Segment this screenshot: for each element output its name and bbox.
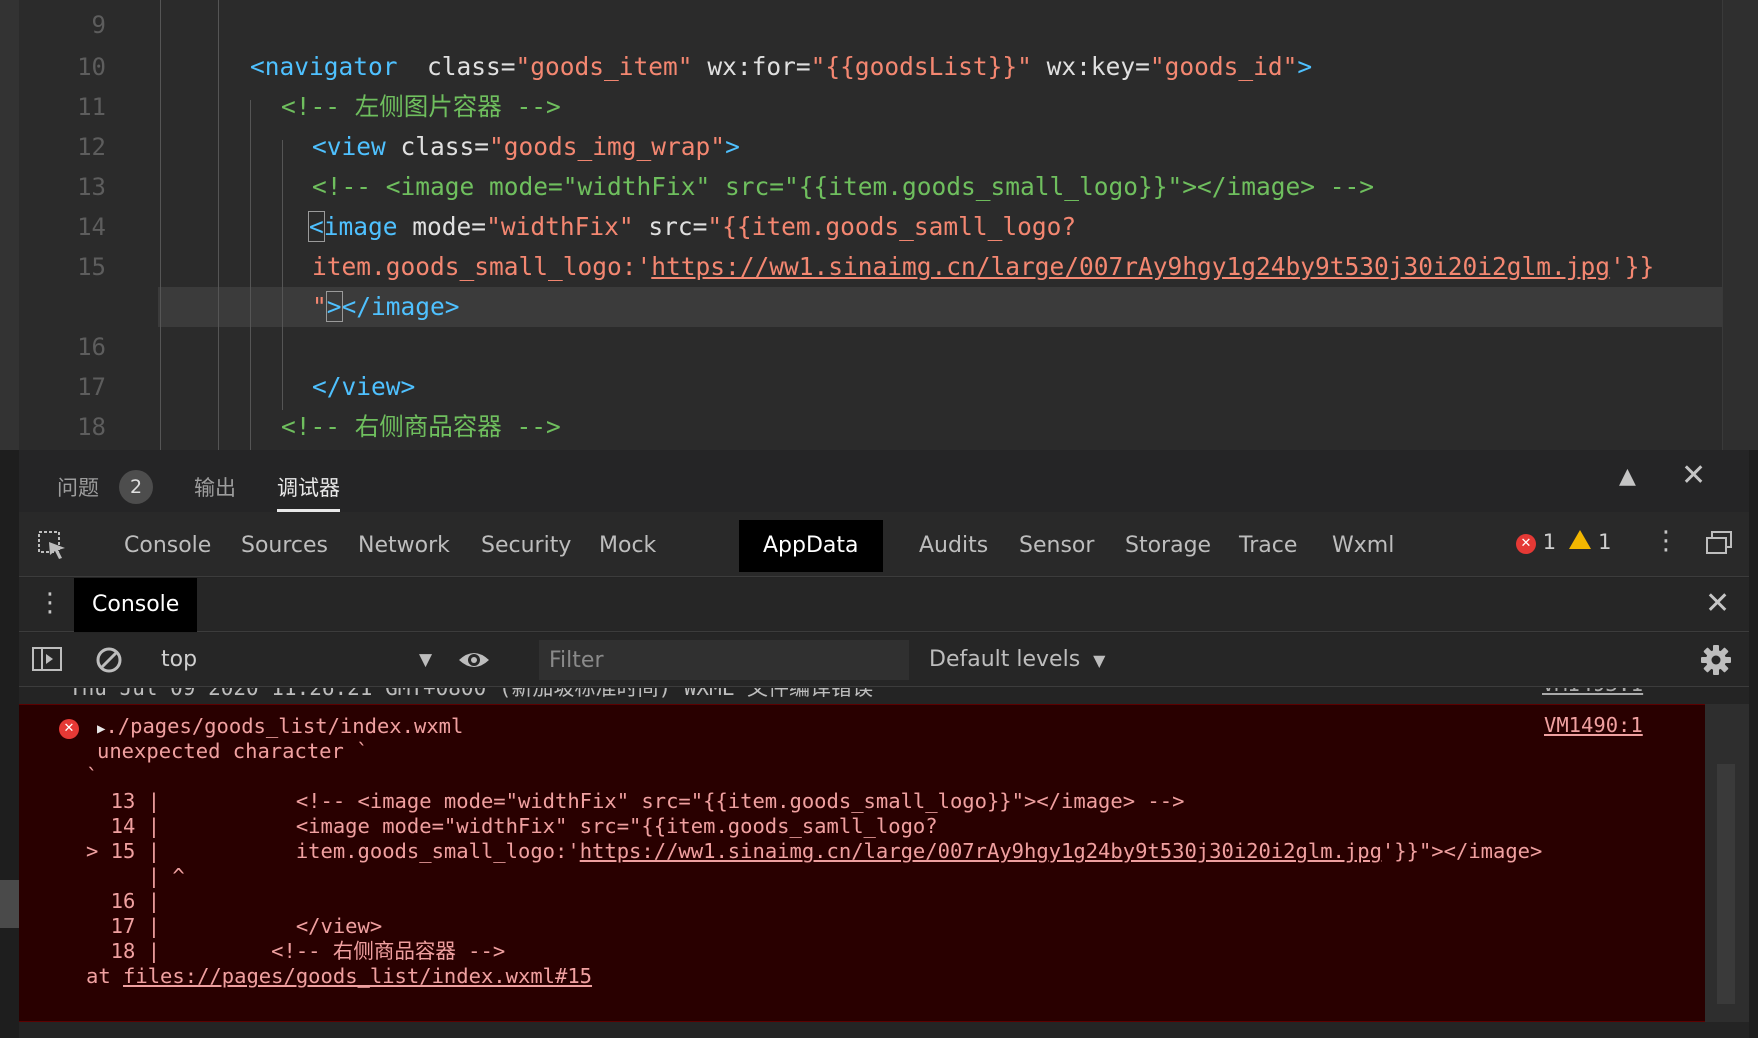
code-editor[interactable]: 9 10 11 12 13 14 15 16 17 18 <navigator …	[0, 0, 1758, 450]
tab-output[interactable]: 输出	[194, 450, 236, 512]
code-line-17: </view>	[312, 372, 416, 401]
error-icon: ✕	[59, 719, 79, 739]
error-text-continued: `	[86, 764, 99, 788]
devtools: Console Sources Network Security Mock Ap…	[19, 512, 1749, 1038]
console-settings-gear-icon[interactable]	[1700, 644, 1732, 676]
error-file-link[interactable]: files://pages/goods_list/index.wxml#15	[123, 964, 592, 988]
error-stack-location: at files://pages/goods_list/index.wxml#1…	[86, 964, 593, 988]
line-number: 17	[77, 373, 106, 401]
indent-guide	[218, 0, 219, 450]
console-output[interactable]: Thu Jul 09 2020 11:26:21 GMT+0800 (新加坡标准…	[19, 688, 1749, 1038]
close-panel-icon[interactable]: ✕	[1681, 458, 1706, 493]
code-line-15-wrap: "></image>	[312, 291, 460, 322]
devtools-tab-sensor[interactable]: Sensor	[995, 520, 1118, 572]
devtools-tab-trace[interactable]: Trace	[1215, 520, 1321, 572]
error-icon: ✕	[1516, 534, 1536, 554]
error-snippet-line: 17 | </view>	[86, 914, 383, 938]
log-levels-dropdown[interactable]: Default levels ▼	[929, 641, 1105, 679]
devtools-tab-wxml[interactable]: Wxml	[1308, 520, 1418, 572]
chevron-down-icon: ▼	[1093, 651, 1106, 670]
code-line-11: <!-- 左侧图片容器 -->	[281, 92, 561, 121]
code-line-18: <!-- 右侧商品容器 -->	[281, 412, 561, 441]
console-scrollbar[interactable]	[1705, 704, 1749, 1022]
code-url-link[interactable]: https://ww1.sinaimg.cn/large/007rAy9hgy1…	[651, 252, 1610, 281]
panel-tab-bar: 问题 2 输出 调试器 ▲ ✕	[19, 450, 1749, 512]
error-source-link[interactable]: VM1490:1	[1544, 713, 1643, 737]
line-number: 15	[77, 253, 106, 281]
undock-icon[interactable]	[1705, 530, 1733, 556]
drawer-menu-icon[interactable]: ⋮	[37, 588, 63, 618]
tab-problems[interactable]: 问题	[57, 450, 99, 512]
line-number: 11	[77, 93, 106, 121]
error-snippet-line: 13 | <!-- <image mode="widthFix" src="{{…	[86, 789, 1185, 813]
console-toolbar: top ▼ Default levels ▼	[19, 633, 1749, 687]
code-line-10: <navigator class="goods_item" wx:for="{{…	[250, 52, 1313, 81]
line-number: 9	[91, 11, 106, 39]
inspect-element-icon[interactable]	[37, 530, 69, 562]
devtools-tab-console[interactable]: Console	[100, 520, 235, 572]
devtools-tab-mock[interactable]: Mock	[575, 520, 680, 572]
console-message-clipped: Thu Jul 09 2020 11:26:21 GMT+0800 (新加坡标准…	[69, 688, 874, 700]
drawer-header: ⋮ Console ✕	[19, 578, 1749, 632]
issue-counters[interactable]: ✕ 1 1	[1516, 530, 1611, 554]
error-count: 1	[1542, 530, 1557, 554]
close-drawer-icon[interactable]: ✕	[1705, 586, 1730, 621]
tab-debugger[interactable]: 调试器	[277, 450, 340, 512]
more-options-icon[interactable]: ⋮	[1653, 526, 1679, 556]
devtools-toolbar: Console Sources Network Security Mock Ap…	[19, 512, 1749, 577]
live-expression-eye-icon[interactable]	[457, 645, 491, 675]
line-number: 16	[77, 333, 106, 361]
line-number: 12	[77, 133, 106, 161]
line-number: 13	[77, 173, 106, 201]
error-snippet-url[interactable]: https://ww1.sinaimg.cn/large/007rAy9hgy1…	[580, 839, 1382, 863]
warning-icon	[1569, 530, 1592, 549]
error-snippet-line: 16 |	[86, 889, 161, 913]
indent-guide	[160, 0, 161, 450]
line-number: 10	[77, 53, 106, 81]
maximize-panel-icon[interactable]: ▲	[1619, 464, 1636, 489]
context-value: top	[161, 647, 198, 672]
clear-console-icon[interactable]	[94, 645, 124, 675]
problems-count-badge: 2	[119, 470, 153, 504]
log-levels-label: Default levels	[929, 647, 1081, 672]
devtools-tab-appdata[interactable]: AppData	[739, 520, 883, 572]
code-line-12: <view class="goods_img_wrap">	[312, 132, 740, 161]
error-snippet-line: | ^	[86, 864, 185, 888]
left-edge-marker	[0, 880, 19, 928]
chevron-down-icon: ▼	[419, 650, 433, 670]
scrollbar-thumb[interactable]	[1717, 764, 1735, 1004]
console-filter-input[interactable]	[539, 640, 909, 680]
error-text: unexpected character `	[97, 739, 369, 763]
devtools-tab-sources[interactable]: Sources	[217, 520, 352, 572]
devtools-tab-network[interactable]: Network	[334, 520, 474, 572]
warning-count: 1	[1598, 530, 1612, 554]
console-source-link-clipped[interactable]: VM1493:1	[1542, 688, 1643, 696]
error-snippet-line: 14 | <image mode="widthFix" src="{{item.…	[86, 814, 938, 838]
error-file-path: ./pages/goods_list/index.wxml	[105, 714, 464, 738]
line-number: 18	[77, 413, 106, 441]
editor-scrollbar[interactable]	[1722, 0, 1758, 450]
indent-guide	[282, 140, 283, 410]
drawer-tab-console[interactable]: Console	[74, 578, 198, 632]
context-selector[interactable]: top ▼	[161, 641, 441, 679]
code-line-15: item.goods_small_logo:'https://ww1.sinai…	[312, 252, 1655, 281]
activity-bar	[0, 0, 19, 450]
code-line-14: <image mode="widthFix" src="{{item.goods…	[308, 211, 1077, 242]
sidebar-toggle-icon[interactable]	[31, 645, 63, 673]
code-line-13: <!-- <image mode="widthFix" src="{{item.…	[312, 172, 1375, 201]
indent-guide	[250, 100, 251, 450]
error-snippet-line: 18 | <!-- 右侧商品容器 -->	[86, 939, 506, 963]
error-snippet-line: > 15 | item.goods_small_logo:'https://ww…	[86, 839, 1543, 863]
line-number: 14	[77, 213, 106, 241]
console-error-message: ✕ ▶./pages/goods_list/index.wxml VM1490:…	[19, 704, 1705, 1022]
